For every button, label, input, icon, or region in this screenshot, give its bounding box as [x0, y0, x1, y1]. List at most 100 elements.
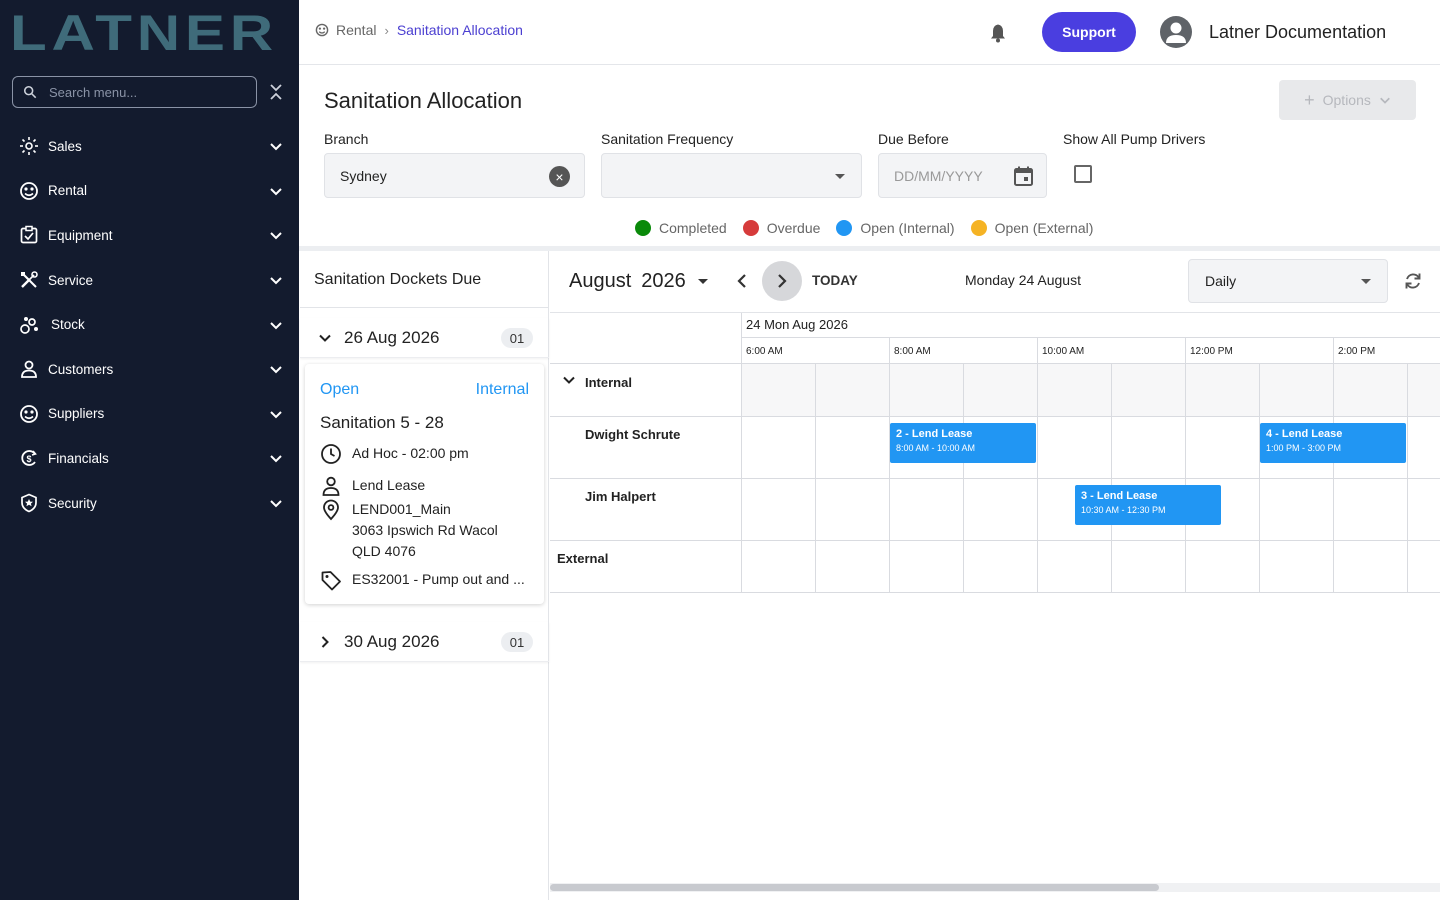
sidebar-item-service[interactable]: Service [0, 258, 299, 303]
next-button[interactable] [762, 261, 802, 301]
sidebar-item-equipment[interactable]: Equipment [0, 213, 299, 258]
calendar-toolbar: August 2026 TODAY Monday 24 August Daily [550, 251, 1440, 313]
show-all-label: Show All Pump Drivers [1063, 131, 1206, 147]
calendar-event[interactable]: 2 - Lend Lease 8:00 AM - 10:00 AM [890, 423, 1036, 463]
options-button[interactable]: + Options [1279, 80, 1416, 120]
grid-line [550, 416, 1440, 417]
sidebar-item-rental[interactable]: Rental [0, 169, 299, 214]
calendar-icon[interactable] [1013, 165, 1034, 187]
grid-line [1037, 364, 1038, 592]
grid-line [1333, 364, 1334, 592]
group-external[interactable]: External [557, 551, 608, 566]
docket-group-header[interactable]: 26 Aug 2026 01 [300, 318, 549, 358]
docket-card[interactable]: Open Internal Sanitation 5 - 28 Ad Hoc -… [305, 364, 544, 604]
divider [300, 307, 549, 308]
sidebar-item-label: Service [48, 272, 94, 288]
dropdown-caret-icon [1361, 279, 1371, 284]
group-row-band [742, 364, 1440, 416]
breadcrumb-rental[interactable]: Rental [336, 22, 376, 38]
chevron-down-icon[interactable] [562, 373, 576, 387]
sidebar-item-label: Financials [48, 450, 109, 466]
group-count-badge: 01 [501, 632, 533, 652]
chevron-right-icon [321, 635, 329, 648]
latner-logo[interactable]: LATNER [10, 10, 280, 54]
search-placeholder: Search menu... [49, 84, 138, 100]
event-time: 8:00 AM - 10:00 AM [896, 443, 976, 453]
legend-dot [635, 220, 651, 236]
group-internal[interactable]: Internal [585, 375, 632, 390]
support-button[interactable]: Support [1042, 12, 1136, 52]
calendar-event[interactable]: 4 - Lend Lease 1:00 PM - 3:00 PM [1260, 423, 1406, 463]
collapse-icon[interactable] [268, 82, 284, 102]
top-bar: Rental › Sanitation Allocation Support L… [299, 0, 1440, 65]
breadcrumb: Rental › Sanitation Allocation [315, 22, 523, 38]
sidebar-item-stock[interactable]: Stock [0, 302, 299, 347]
grid-line [1185, 337, 1186, 364]
show-all-checkbox[interactable] [1074, 165, 1092, 183]
chevron-down-icon [270, 277, 282, 285]
chevron-down-icon [270, 500, 282, 508]
menu-search[interactable]: Search menu... [12, 76, 257, 108]
month-picker[interactable]: August 2026 [569, 270, 708, 293]
docket-group-header[interactable]: 30 Aug 2026 01 [300, 622, 549, 662]
legend-label: Open (External) [994, 220, 1094, 236]
group-date: 26 Aug 2026 [344, 327, 440, 347]
view-select[interactable]: Daily [1188, 259, 1388, 303]
chevron-down-icon [270, 143, 282, 151]
chevron-right-icon: › [384, 22, 389, 38]
legend-completed: Completed [635, 220, 727, 236]
person-icon [322, 476, 340, 496]
breadcrumb-current[interactable]: Sanitation Allocation [397, 22, 523, 38]
options-label: Options [1322, 92, 1371, 108]
scrollbar-thumb[interactable] [550, 884, 1159, 891]
branch-select[interactable]: Sydney × [324, 153, 585, 198]
time-label: 2:00 PM [1338, 346, 1376, 357]
grid-line [889, 337, 890, 364]
avatar[interactable] [1160, 16, 1192, 48]
svg-text:$: $ [26, 454, 31, 464]
sidebar-item-financials[interactable]: $ Financials [0, 436, 299, 481]
suppliers-icon [18, 403, 40, 425]
grid-line [1333, 337, 1334, 364]
event-title: 3 - Lend Lease [1081, 490, 1158, 502]
horizontal-scrollbar[interactable] [550, 883, 1440, 892]
stock-icon [18, 314, 40, 336]
grid-line [550, 478, 1440, 479]
dropdown-caret-icon [835, 174, 845, 179]
notification-bell-icon[interactable] [987, 22, 1009, 44]
sidebar-item-security[interactable]: Security [0, 481, 299, 526]
sidebar-item-suppliers[interactable]: Suppliers [0, 392, 299, 437]
grid-line [1037, 337, 1038, 364]
chevron-down-icon [270, 455, 282, 463]
grid-line [1185, 364, 1186, 592]
address-line1: 3063 Ipswich Rd Wacol [352, 522, 498, 538]
item-text: ES32001 - Pump out and ... [352, 571, 525, 587]
sidebar-item-label: Customers [48, 361, 114, 377]
branch-label: Branch [324, 131, 369, 147]
plus-icon: + [1304, 89, 1315, 110]
sidebar-item-customers[interactable]: Customers [0, 347, 299, 392]
sidebar-item-label: Suppliers [48, 406, 105, 422]
user-name[interactable]: Latner Documentation [1209, 22, 1386, 43]
dockets-panel: Sanitation Dockets Due 26 Aug 2026 01 Op… [300, 251, 549, 900]
sidebar-nav: Sales Rental Equipment Service Stock Cus… [0, 124, 299, 525]
due-before-field[interactable]: DD/MM/YYYY [878, 153, 1047, 198]
sidebar-item-sales[interactable]: Sales [0, 124, 299, 169]
refresh-icon[interactable] [1402, 270, 1424, 292]
resource-name: Jim Halpert [585, 489, 656, 504]
financials-icon: $ [18, 447, 40, 469]
time-label: 8:00 AM [894, 346, 931, 357]
calendar-event[interactable]: 3 - Lend Lease 10:30 AM - 12:30 PM [1075, 485, 1221, 525]
day-header: 24 Mon Aug 2026 [746, 317, 848, 332]
dockets-title: Sanitation Dockets Due [314, 271, 482, 288]
frequency-select[interactable] [601, 153, 862, 198]
current-date: Monday 24 August [965, 272, 1081, 288]
legend-open-internal: Open (Internal) [836, 220, 955, 236]
docket-customer: Lend Lease [320, 475, 425, 497]
chevron-left-icon[interactable] [734, 272, 750, 290]
sidebar-item-label: Stock [51, 317, 85, 333]
time-label: 10:00 AM [1042, 346, 1085, 357]
address-line2: QLD 4076 [352, 543, 416, 559]
today-button[interactable]: TODAY [812, 273, 858, 288]
clear-icon[interactable]: × [549, 166, 570, 187]
